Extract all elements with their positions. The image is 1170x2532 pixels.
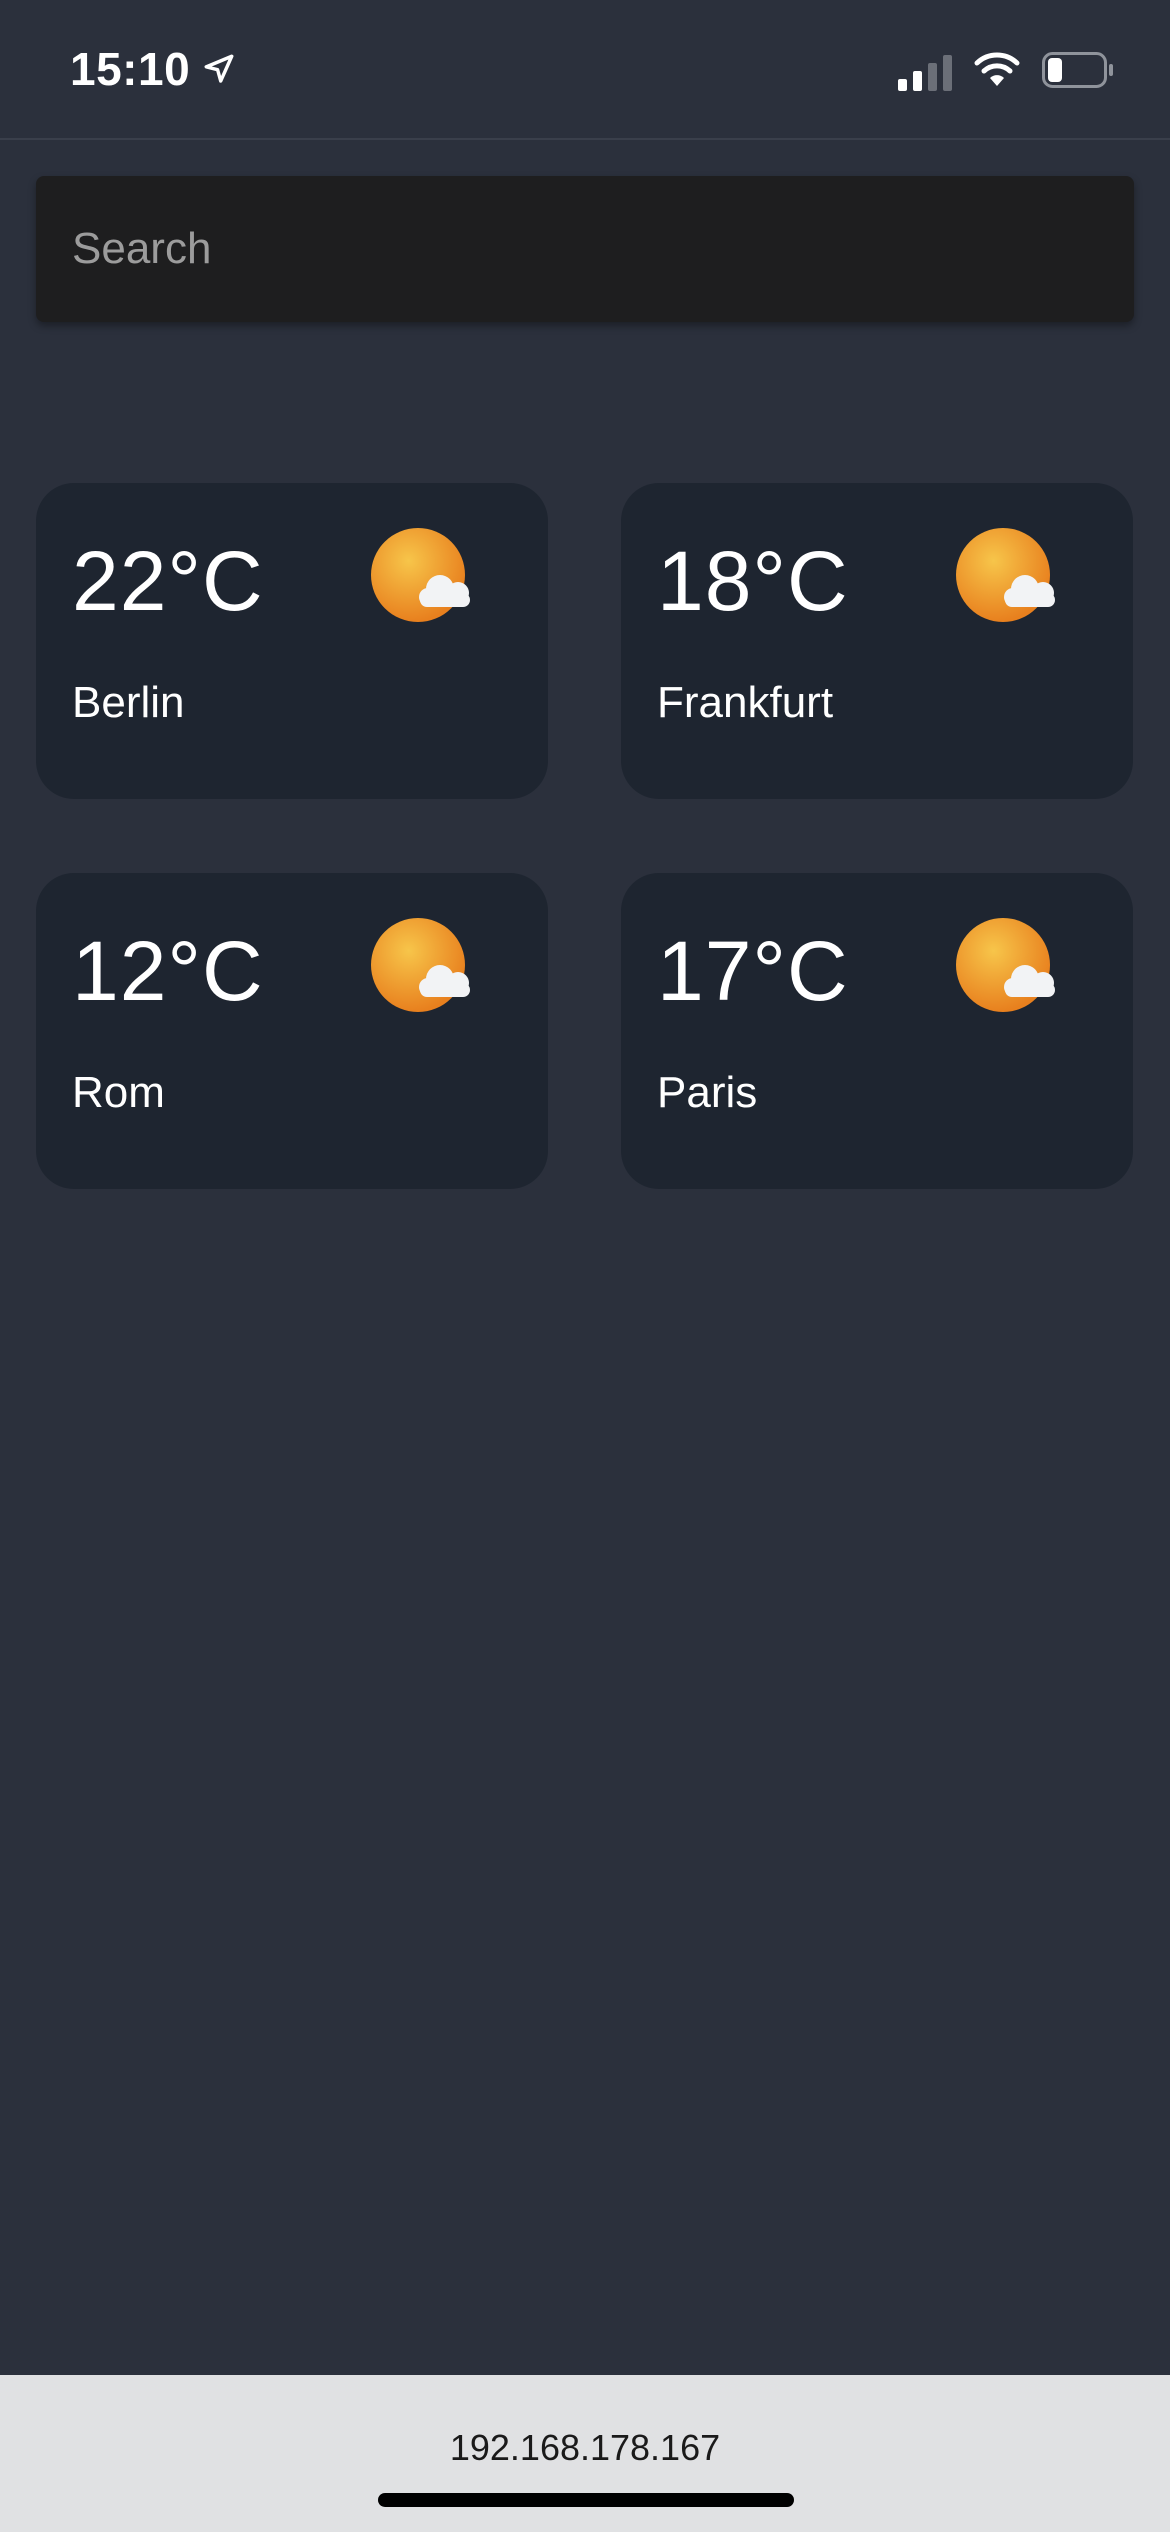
location-arrow-icon <box>202 52 236 86</box>
wifi-icon <box>974 52 1020 93</box>
card-temperature: 22°C <box>72 534 264 628</box>
status-time: 15:10 <box>70 43 191 95</box>
search-box <box>36 176 1134 322</box>
partly-cloudy-icon <box>370 527 480 627</box>
card-temperature: 18°C <box>657 534 849 628</box>
card-city-name: Paris <box>657 1068 758 1117</box>
partly-cloudy-icon <box>955 917 1065 1017</box>
card-city-name: Rom <box>72 1068 165 1117</box>
city-card-frankfurt[interactable]: 18°C Frankfurt <box>621 483 1133 799</box>
card-city-name: Berlin <box>72 678 185 727</box>
partly-cloudy-icon <box>370 917 480 1017</box>
status-time-group: 15:10 <box>70 42 236 96</box>
url-text[interactable]: 192.168.178.167 <box>0 2427 1170 2469</box>
city-card-rom[interactable]: 12°C Rom <box>36 873 548 1189</box>
status-indicators <box>898 52 1114 93</box>
cellular-signal-icon <box>898 54 952 91</box>
partly-cloudy-icon <box>955 527 1065 627</box>
card-city-name: Frankfurt <box>657 678 834 727</box>
card-temperature: 17°C <box>657 924 849 1018</box>
status-bar: 15:10 <box>0 0 1170 140</box>
city-card-paris[interactable]: 17°C Paris <box>621 873 1133 1189</box>
home-indicator[interactable] <box>378 2493 794 2507</box>
card-temperature: 12°C <box>72 924 264 1018</box>
search-input[interactable] <box>36 176 1134 322</box>
battery-icon <box>1042 52 1114 93</box>
browser-address-bar[interactable]: 192.168.178.167 <box>0 2375 1170 2532</box>
city-card-berlin[interactable]: 22°C Berlin <box>36 483 548 799</box>
